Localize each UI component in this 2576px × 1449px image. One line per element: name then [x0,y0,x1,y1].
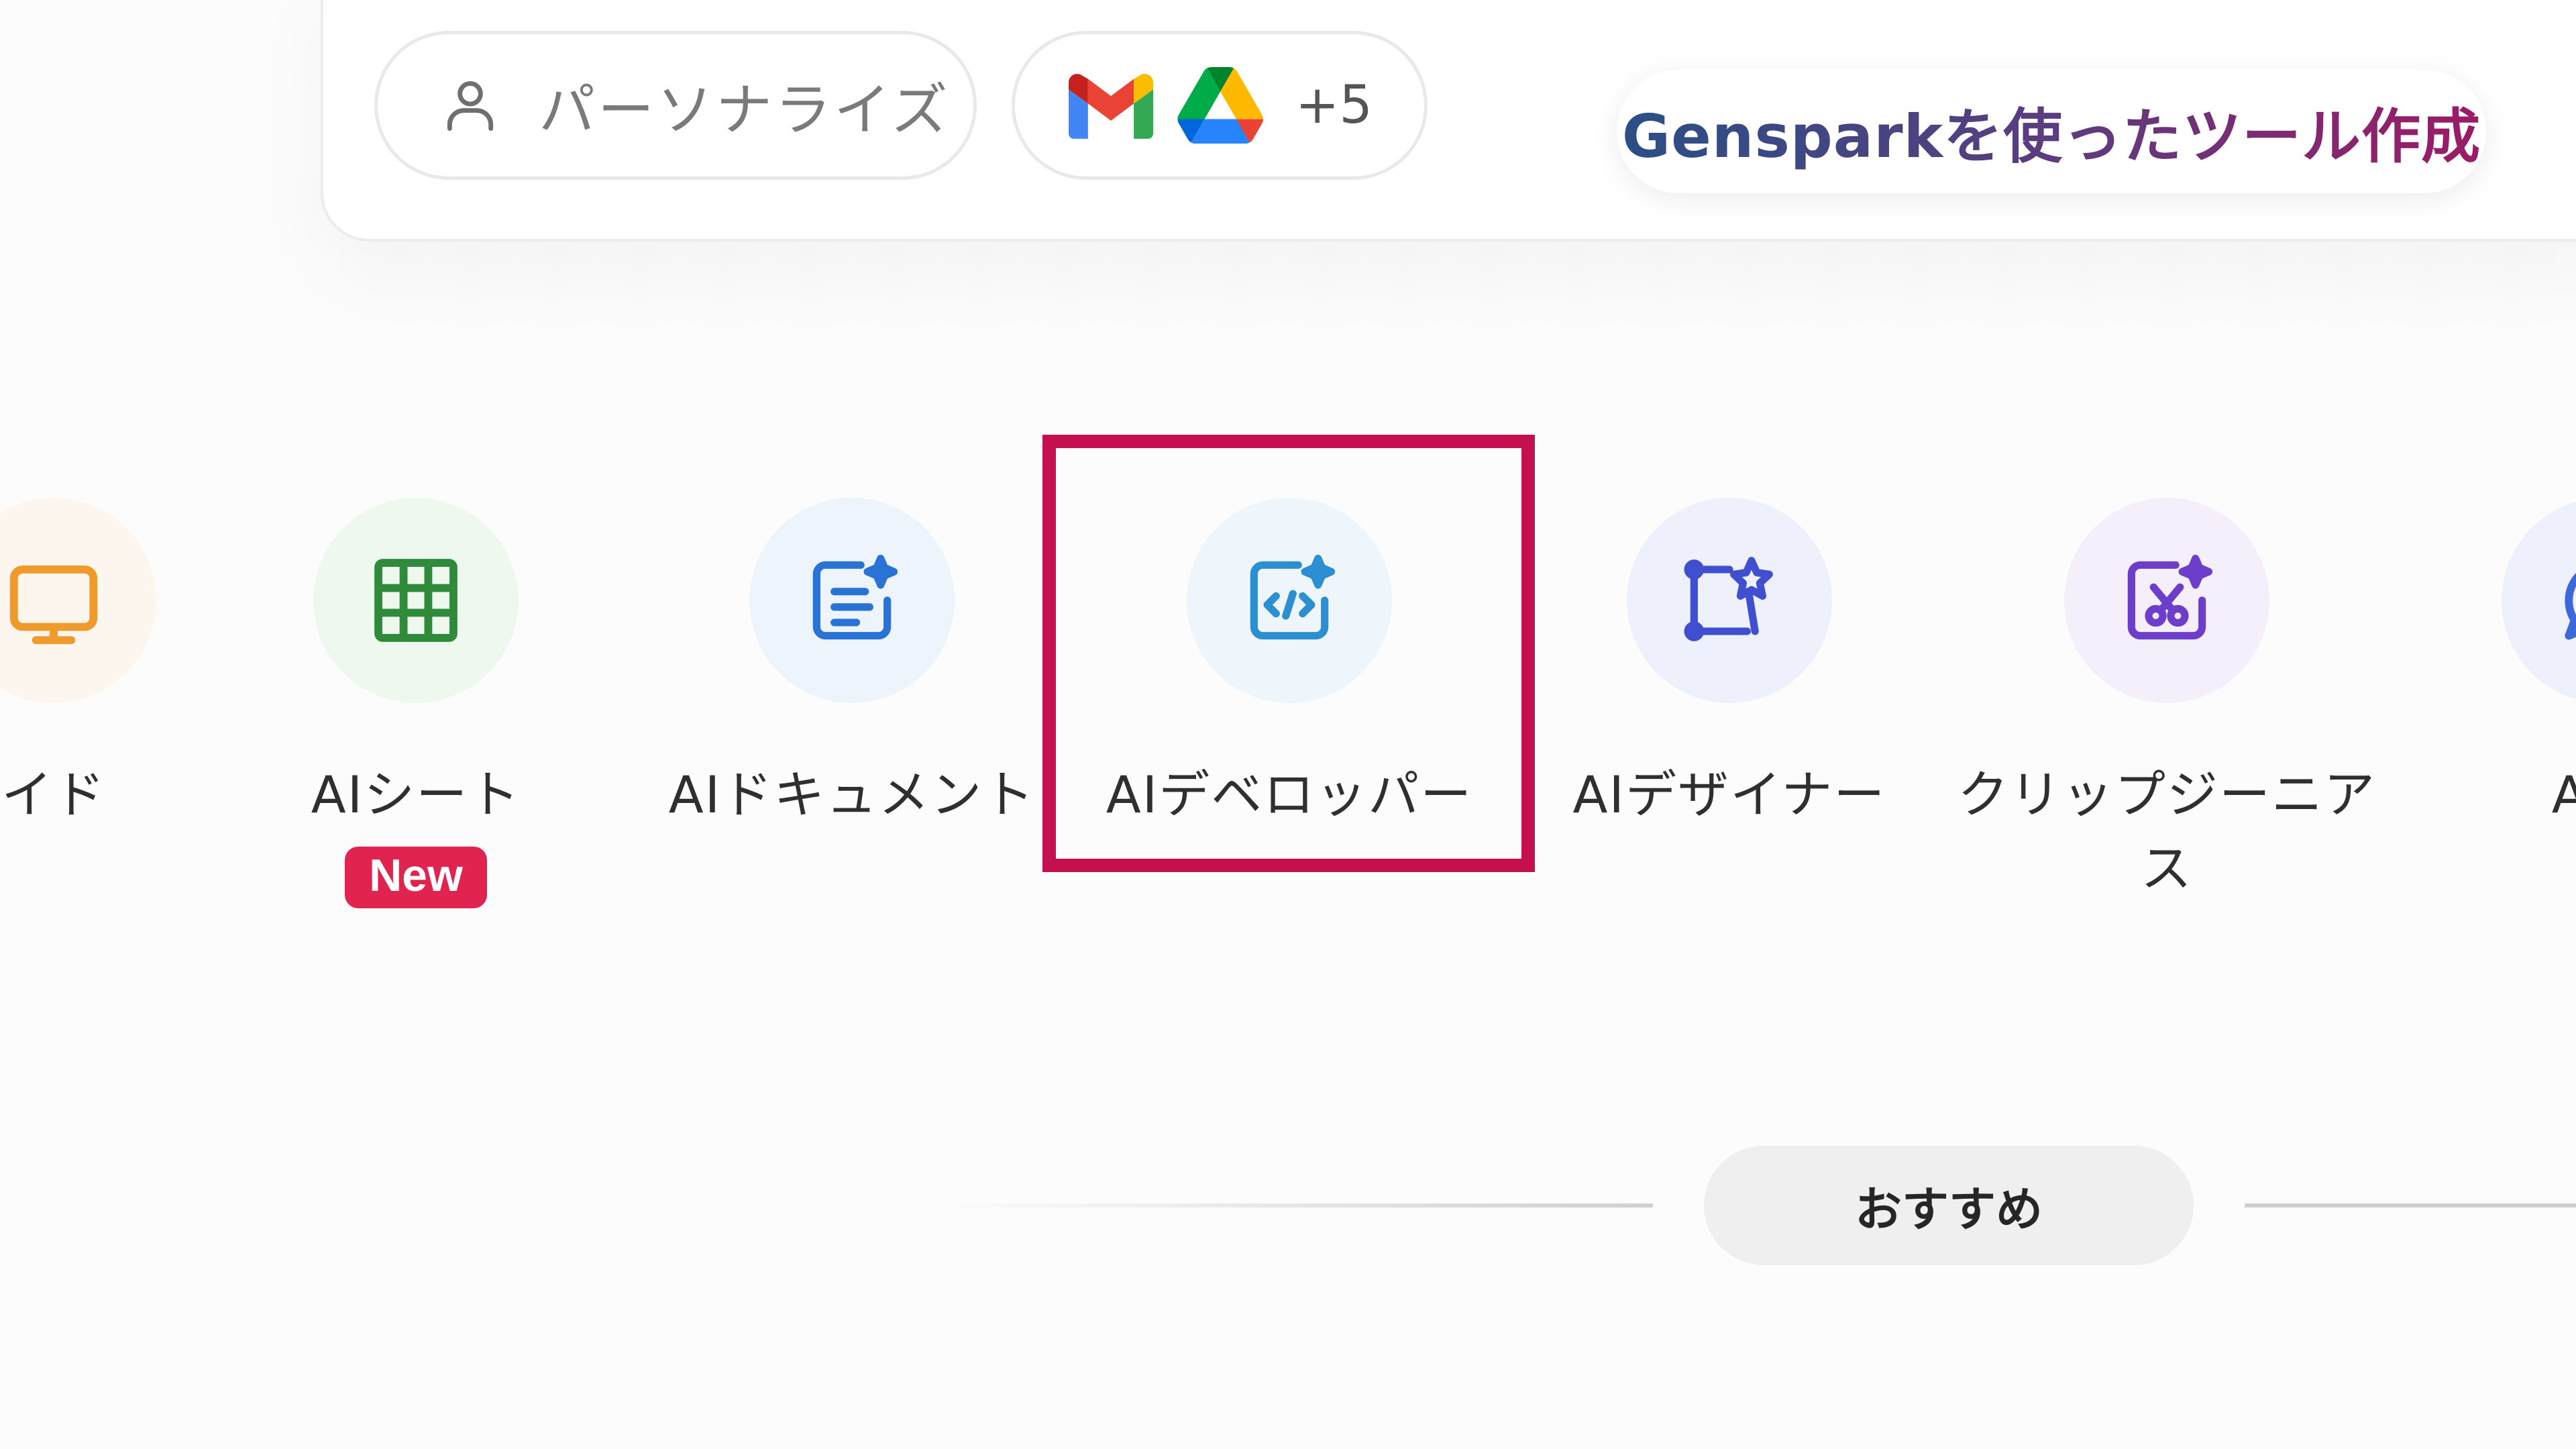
section-divider-right [2245,1203,2576,1208]
section-divider-left [939,1203,1653,1208]
agent-icon-bg [313,498,519,703]
agent-ai-sheet[interactable]: AIシート New [208,498,624,908]
agent-label: AIデベロッパー [1106,765,1473,824]
new-badge: New [345,847,487,908]
genspark-home: パーソナライズ +5 Gensparkを使ったツール作成 イド AIシート Ne… [0,0,2576,1449]
agent-icon-bg [2064,498,2269,703]
agent-ai-designer[interactable]: AIデザイナー [1521,498,1937,832]
agent-label: AIシート [311,765,521,824]
design-wand-icon [1684,557,1773,641]
code-sparkle-icon [1250,554,1336,640]
clip-scissors-icon [2127,554,2213,640]
agent-icon-bg [2502,498,2576,703]
agent-list: イド AIシート New AIドキュメント AIデベロッパー AIデザイナー ク… [0,0,2576,1006]
slides-icon [9,565,98,645]
agent-ai-document[interactable]: AIドキュメント [644,498,1060,832]
agent-icon-bg [1627,498,1832,703]
agent-clip-genius[interactable]: クリップジーニアス [1957,498,2375,906]
agent-label: AIチ [2551,765,2576,824]
agent-icon-bg [0,498,156,703]
sheet-grid-icon [374,559,458,642]
recommended-tab[interactable]: おすすめ [1704,1146,2194,1265]
chat-icon [2565,573,2576,640]
document-sparkle-icon [812,554,898,640]
agent-label: AIデザイナー [1572,765,1886,824]
agent-icon-bg [749,498,955,703]
agent-icon-bg [1187,498,1392,703]
agent-label: クリップジーニアス [1957,765,2376,898]
agent-ai-developer[interactable]: AIデベロッパー [1081,498,1497,832]
agent-label: AIドキュメント [668,765,1036,824]
agent-ai-chat[interactable]: AIチ [2396,498,2576,832]
